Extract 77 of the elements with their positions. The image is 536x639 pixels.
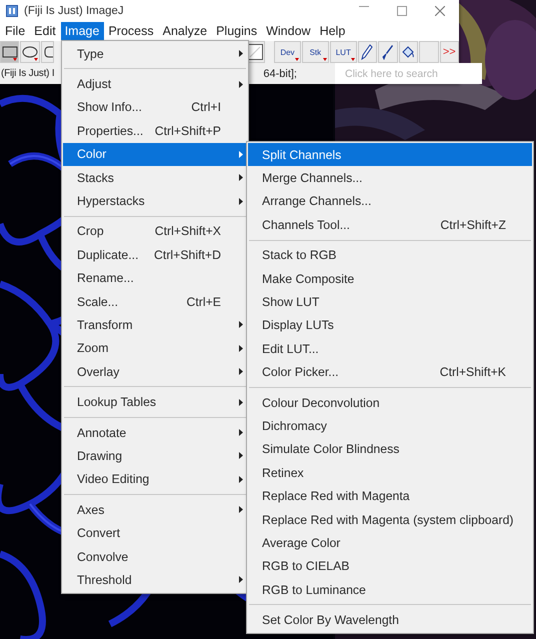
dropdown-triangle-icon <box>13 58 18 61</box>
menu-item[interactable]: RGB to Luminance <box>248 578 532 602</box>
menu-item[interactable]: Show Info... Ctrl+I <box>63 96 247 120</box>
menu-item[interactable]: Show LUT <box>248 290 532 314</box>
menu-item[interactable]: Video Editing <box>63 468 247 492</box>
window-title: (Fiji Is Just) ImageJ <box>24 5 125 17</box>
brush-icon <box>382 44 394 60</box>
menubar-item[interactable]: Window <box>262 22 316 41</box>
menu-item[interactable]: Arrange Channels... <box>248 190 532 214</box>
menu-item[interactable]: Merge Channels... <box>248 166 532 190</box>
menu-item[interactable]: Set Color By Wavelength <box>248 608 532 632</box>
status-text: 64-bit]; <box>263 68 297 80</box>
menu-item[interactable]: Rename... <box>63 266 247 290</box>
menu-item[interactable]: Stacks <box>63 166 247 190</box>
menu-item[interactable]: Stack to RGB <box>248 244 532 267</box>
menu-item[interactable]: Simulate Color Blindness <box>248 438 532 462</box>
menu-item[interactable]: Average Color <box>248 531 532 555</box>
menu-item[interactable]: Properties... Ctrl+Shift+P <box>63 119 247 143</box>
menu-item[interactable]: Scale... Ctrl+E <box>63 290 247 314</box>
menu-item[interactable]: Type <box>63 42 247 66</box>
menubar-item[interactable]: Help <box>316 22 350 41</box>
menubar-item[interactable]: Analyze <box>158 22 212 41</box>
menubar-item[interactable]: Edit <box>30 22 61 41</box>
menu-item[interactable]: Retinex <box>248 461 532 484</box>
dropdown-triangle-icon <box>350 58 355 61</box>
dropdown-triangle-icon <box>294 58 299 61</box>
close-icon[interactable] <box>435 6 445 16</box>
toolbar-menu-button[interactable]: Stk <box>302 41 329 63</box>
dropdown-triangle-icon <box>322 58 327 61</box>
menu-item[interactable]: Overlay <box>63 360 247 384</box>
menu-item[interactable]: Colour Deconvolution <box>248 390 532 414</box>
menu-item[interactable]: Convert <box>63 521 247 545</box>
menu-item[interactable]: Display LUTs <box>248 314 532 338</box>
menubar-item[interactable]: File <box>1 22 30 41</box>
menu-item[interactable]: Threshold <box>63 568 247 592</box>
menu-item[interactable]: Annotate <box>63 420 247 444</box>
menu-item[interactable]: Replace Red with Magenta (system clipboard) <box>248 508 532 532</box>
menubar-item[interactable]: Plugins <box>212 22 262 41</box>
menu-item[interactable]: Transform <box>63 313 247 337</box>
dropdown-triangle-icon <box>34 58 38 61</box>
menu-item[interactable]: Axes <box>63 498 247 522</box>
menu-item[interactable]: Convolve <box>63 544 247 568</box>
search-field[interactable]: Click here to search <box>335 63 482 84</box>
status-text: (Fiji Is Just) I <box>1 68 54 80</box>
menu-item[interactable]: Edit LUT... <box>248 337 532 361</box>
pencil-icon <box>361 44 374 60</box>
brush-tool-button[interactable] <box>378 41 398 63</box>
menu-item[interactable]: Duplicate... Ctrl+Shift+D <box>63 243 247 267</box>
rectangle-tool-button[interactable] <box>0 41 20 63</box>
menu-item[interactable]: Replace Red with Magenta <box>248 484 532 508</box>
menu-item[interactable]: Color Picker... Ctrl+Shift+K <box>248 360 532 384</box>
rectangle-icon <box>2 46 18 58</box>
menu-item[interactable]: Drawing <box>63 444 247 468</box>
menu-item[interactable]: Lookup Tables <box>63 390 247 414</box>
menu-item[interactable]: Crop Ctrl+Shift+X <box>63 220 247 244</box>
more-tools-button[interactable]: >> <box>440 41 460 63</box>
menu-item[interactable]: RGB to CIELAB <box>248 554 532 578</box>
toolbar-menu-button[interactable]: LUT <box>330 41 357 63</box>
paint-bucket-icon <box>401 45 416 59</box>
maximize-icon[interactable] <box>397 6 407 16</box>
rounded-rectangle-tool-button[interactable] <box>40 41 54 63</box>
menu-item[interactable]: Zoom <box>63 336 247 360</box>
fill-tool-button[interactable] <box>398 41 418 63</box>
menubar-item[interactable]: Process <box>104 22 159 41</box>
oval-tool-button[interactable] <box>20 41 40 63</box>
menubar-item[interactable]: Image <box>60 22 104 41</box>
menu-item[interactable]: Make Composite <box>248 266 532 290</box>
menu-item[interactable]: Adjust <box>63 72 247 96</box>
menu-item[interactable]: Dichromacy <box>248 414 532 438</box>
menu-item[interactable]: Color <box>63 142 247 166</box>
menu-item[interactable]: Split Channels <box>248 143 532 166</box>
pencil-tool-button[interactable] <box>358 41 378 63</box>
oval-icon <box>22 46 38 58</box>
menu-item[interactable]: Channels Tool... Ctrl+Shift+Z <box>248 213 532 237</box>
toolbar-menu-button[interactable]: Dev <box>274 41 301 63</box>
app-icon <box>6 5 18 17</box>
menu-item[interactable]: Hyperstacks <box>63 189 247 213</box>
